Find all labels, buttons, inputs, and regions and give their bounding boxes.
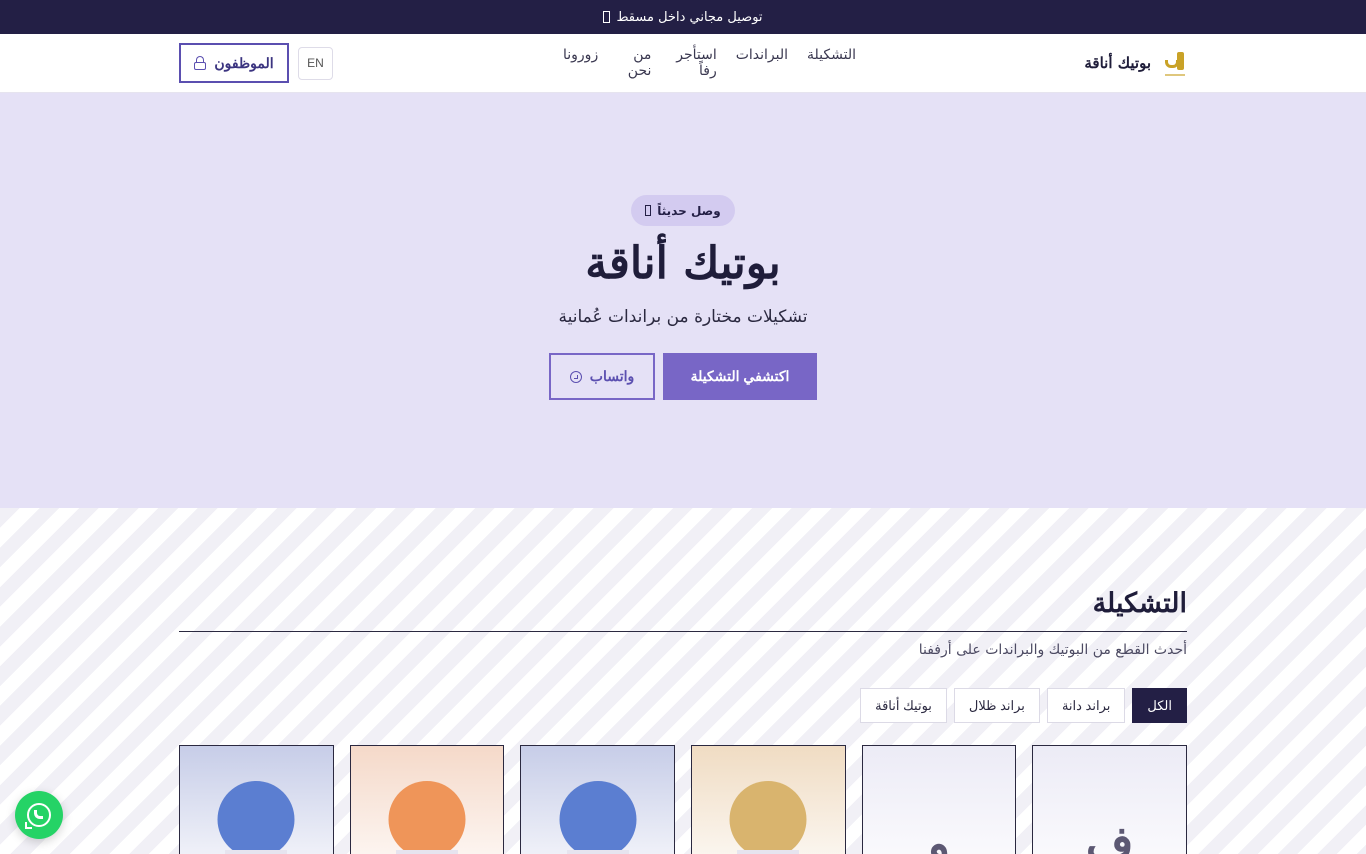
- product-card[interactable]: [349, 745, 505, 854]
- collection-title: التشكيلة: [1092, 588, 1187, 619]
- product-card[interactable]: ف: [1032, 745, 1187, 854]
- explore-collection-button[interactable]: اكتشفي التشكيلة: [663, 353, 817, 400]
- nav-link-about[interactable]: من نحن: [617, 47, 652, 79]
- nav-actions: الموظفون EN: [179, 43, 333, 83]
- sparkle-icon: [645, 205, 652, 216]
- collection-section: التشكيلة أحدث القطع من البوتيك والبراندا…: [0, 508, 1366, 854]
- main-navbar: بوتيك أناقة التشكيلة البراندات استأجر رف…: [0, 34, 1366, 93]
- boutique-logo-icon: [1163, 50, 1187, 76]
- filter-brand-dana[interactable]: براند دانة: [1046, 688, 1126, 723]
- whatsapp-icon: [25, 803, 51, 829]
- filter-brand-zilal[interactable]: براند ظلال: [953, 688, 1040, 723]
- collection-subtitle: أحدث القطع من البوتيك والبراندات على أرف…: [918, 642, 1187, 658]
- new-arrival-badge: وصل حديثاً: [631, 195, 735, 226]
- nav-link-collection[interactable]: التشكيلة: [807, 47, 856, 79]
- gift-icon: [603, 11, 611, 23]
- product-placeholder-glyph: ف: [1085, 816, 1134, 854]
- announcement-bar: توصيل مجاني داخل مسقط: [0, 0, 1366, 34]
- nav-link-visit[interactable]: زورونا: [563, 47, 598, 79]
- product-image-placeholder: [559, 781, 637, 854]
- product-image-placeholder: [217, 781, 295, 854]
- product-placeholder-glyph: و: [927, 816, 951, 854]
- product-card[interactable]: [690, 745, 846, 854]
- product-card[interactable]: و: [861, 745, 1017, 854]
- hero-cta-group: اكتشفي التشكيلة واتساب: [549, 353, 817, 400]
- language-toggle-button[interactable]: EN: [298, 46, 333, 80]
- hero-section: وصل حديثاً بوتيك أناقة تشكيلات مختارة من…: [0, 93, 1366, 508]
- nav-link-brands[interactable]: البراندات: [736, 47, 788, 79]
- product-image-placeholder: [388, 781, 466, 854]
- staff-button[interactable]: الموظفون: [179, 43, 289, 83]
- product-card[interactable]: [520, 745, 675, 854]
- whatsapp-button[interactable]: واتساب: [549, 353, 655, 400]
- product-grid: ف و: [178, 745, 1187, 854]
- brand[interactable]: بوتيك أناقة: [1084, 50, 1187, 76]
- lock-icon: [194, 56, 207, 70]
- product-image-placeholder: [729, 781, 807, 854]
- nav-links: التشكيلة البراندات استأجر رفاً من نحن زو…: [563, 47, 856, 79]
- filter-all[interactable]: الكل: [1132, 688, 1187, 723]
- whatsapp-button-label: واتساب: [589, 368, 635, 384]
- filter-boutique-anaqa[interactable]: بوتيك أناقة: [860, 688, 947, 723]
- hero-title: بوتيك أناقة: [585, 238, 781, 289]
- brand-name: بوتيك أناقة: [1084, 54, 1151, 72]
- staff-label: الموظفون: [214, 54, 274, 71]
- floating-whatsapp-button[interactable]: [15, 791, 63, 839]
- whatsapp-icon: [569, 370, 582, 383]
- product-card[interactable]: [178, 745, 334, 854]
- announcement-text: توصيل مجاني داخل مسقط: [616, 9, 763, 25]
- hero-subtitle: تشكيلات مختارة من براندات عُمانية: [558, 307, 808, 327]
- nav-link-rent-shelf[interactable]: استأجر رفاً: [670, 47, 717, 79]
- section-divider: [179, 631, 1187, 632]
- badge-text: وصل حديثاً: [657, 203, 721, 218]
- filter-chips: الكل براند دانة براند ظلال بوتيك أناقة: [179, 688, 1187, 723]
